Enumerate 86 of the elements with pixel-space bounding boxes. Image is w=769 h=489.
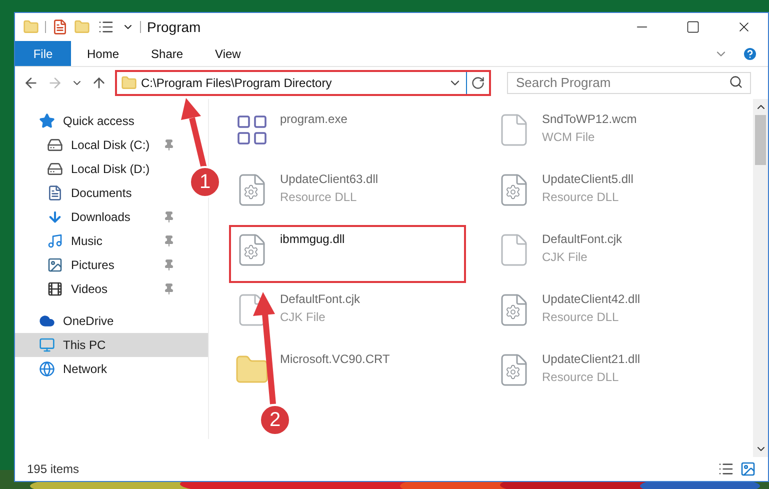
file-item[interactable]: UpdateClient5.dll Resource DLL (491, 165, 728, 223)
pin-icon (163, 235, 175, 247)
file-name: DefaultFont.cjk (280, 291, 360, 308)
help-icon[interactable] (742, 46, 758, 62)
sidebar-item[interactable]: Videos (15, 277, 179, 301)
address-bar[interactable]: C:\Program Files\Program Directory (115, 70, 491, 96)
sidebar-item[interactable]: Local Disk (C:) (15, 133, 179, 157)
file-item[interactable]: program.exe (229, 105, 466, 163)
file-type: Resource DLL (542, 189, 620, 206)
scroll-thumb[interactable] (755, 115, 766, 165)
window-title: Program (147, 18, 202, 37)
sidebar-label: Videos (71, 281, 108, 298)
file-name: SndToWP12.wcm (542, 111, 637, 128)
download-icon (47, 209, 63, 225)
file-name: UpdateClient42.dll (542, 291, 640, 308)
document-icon (47, 185, 63, 201)
maximize-icon[interactable] (686, 20, 700, 34)
search-icon (729, 75, 743, 89)
ribbon-tab[interactable]: View (199, 41, 257, 66)
folder-icon (121, 75, 137, 91)
file-type: Resource DLL (542, 369, 620, 386)
sidebar-label: Documents (71, 185, 133, 202)
file-name: Microsoft.VC90.CRT (280, 351, 390, 368)
file-type: WCM File (542, 129, 596, 146)
pin-icon (163, 259, 175, 271)
sidebar-label: Local Disk (D:) (71, 161, 151, 178)
file-item[interactable]: UpdateClient63.dll Resource DLL (229, 165, 466, 223)
pin-icon (163, 211, 175, 223)
sidebar-item[interactable]: Downloads (15, 205, 179, 229)
star-icon (39, 113, 55, 129)
pin-icon (163, 139, 175, 151)
music-note-icon (47, 233, 63, 249)
sidebar-item[interactable]: Pictures (15, 253, 179, 277)
file-name: UpdateClient63.dll (280, 171, 378, 188)
globe-icon (39, 361, 55, 377)
file-item[interactable]: UpdateClient42.dll Resource DLL (491, 285, 728, 343)
back-icon[interactable] (23, 75, 39, 91)
file-item[interactable]: DefaultFont.cjk CJK File (491, 225, 728, 283)
file-item[interactable]: DefaultFont.cjk CJK File (229, 285, 466, 343)
sidebar-item[interactable]: Documents (15, 181, 179, 205)
file-item[interactable]: UpdateClient21.dll Resource DLL (491, 345, 728, 403)
pin-icon (163, 283, 175, 295)
sidebar-item[interactable]: Quick access (15, 109, 179, 133)
file-name: UpdateClient5.dll (542, 171, 634, 188)
file-type: Resource DLL (542, 309, 620, 326)
sidebar-label: Downloads (71, 209, 132, 226)
sidebar-item[interactable]: OneDrive (15, 309, 179, 333)
ribbon-tab[interactable]: Home (71, 41, 136, 66)
sidebar-label: Quick access (63, 113, 136, 130)
properties-icon[interactable] (52, 19, 68, 35)
film-icon (47, 281, 63, 297)
refresh-icon[interactable] (471, 76, 485, 90)
file-name: UpdateClient21.dll (542, 351, 640, 368)
file-name: ibmmgug.dll (280, 231, 345, 248)
file-item[interactable]: SndToWP12.wcm WCM File (491, 105, 728, 163)
sidebar-label: Music (71, 233, 104, 250)
monitor-icon (39, 337, 55, 353)
file-type: CJK File (280, 309, 326, 326)
sidebar-item[interactable]: This PC (15, 333, 208, 357)
ribbon-tab[interactable]: File (15, 41, 71, 66)
sidebar-label: This PC (63, 337, 107, 354)
ribbon-tab[interactable]: Share (135, 41, 200, 66)
file-item[interactable]: ibmmgug.dll (229, 225, 466, 283)
file-name: program.exe (280, 111, 348, 128)
details-view-icon[interactable] (718, 461, 734, 477)
sidebar-item[interactable]: Local Disk (D:) (15, 157, 179, 181)
sidebar-item[interactable]: Network (15, 357, 179, 381)
picture-icon (47, 257, 63, 273)
cloud-icon (39, 313, 55, 329)
file-name: DefaultFont.cjk (542, 231, 622, 248)
up-icon[interactable] (91, 75, 107, 91)
sidebar-label: Pictures (71, 257, 116, 274)
file-type: CJK File (542, 249, 588, 266)
sidebar-item[interactable]: Music (15, 229, 179, 253)
folder-icon (23, 19, 39, 35)
sidebar-label: Local Disk (C:) (71, 137, 151, 154)
scrollbar[interactable] (753, 99, 768, 457)
search-field[interactable]: Search Program (507, 72, 751, 94)
item-count: 195 items (27, 461, 80, 478)
file-item[interactable]: Microsoft.VC90.CRT (229, 345, 466, 403)
file-type: Resource DLL (280, 189, 358, 206)
large-icons-view-icon[interactable] (740, 461, 756, 477)
sidebar-label: Network (63, 361, 108, 378)
sidebar-label: OneDrive (63, 313, 115, 330)
annotation-arrow (181, 98, 207, 169)
address-path: C:\Program Files\Program Directory (141, 75, 333, 92)
